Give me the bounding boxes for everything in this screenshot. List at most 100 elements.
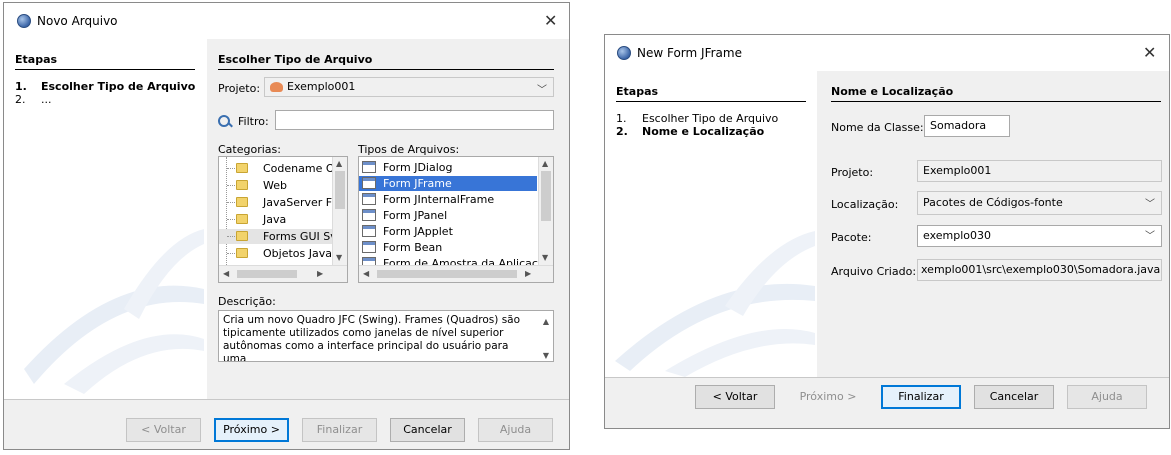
decorative-swoosh [24,229,204,394]
cancel-button[interactable]: Cancelar [974,385,1054,409]
package-label: Pacote: [831,231,872,244]
category-item[interactable]: Objetos Java [219,246,347,261]
created-file-field: xemplo001\src\exemplo030\Somadora.java [917,259,1162,281]
category-item[interactable]: Web [219,178,347,193]
file-types-vscrollbar[interactable]: ▲ ▼ [538,157,553,266]
scroll-right-icon[interactable]: ▶ [525,269,531,278]
category-label: Codename O [263,162,335,175]
location-value: Pacotes de Códigos-fonte [923,196,1063,209]
file-type-item[interactable]: Form JDialog [359,160,553,175]
scroll-thumb[interactable] [335,171,345,209]
next-button[interactable]: Próximo > [788,385,868,409]
next-button[interactable]: Próximo > [214,418,289,442]
category-item-selected[interactable]: Forms GUI Sv [219,229,347,244]
panel-heading: Nome e Localização [831,85,954,98]
form-icon [362,161,376,173]
search-icon-handle [228,122,233,128]
location-combo[interactable]: Pacotes de Códigos-fonte ﹀ [917,191,1162,215]
file-type-item-selected[interactable]: Form JFrame [359,176,537,191]
app-icon [17,14,31,28]
filter-label: Filtro: [238,115,269,128]
step-number-2: 2. [15,93,26,106]
description-label: Descrição: [218,295,276,308]
scroll-thumb[interactable] [377,270,517,278]
file-type-item[interactable]: Form Bean [359,240,553,255]
step-label-2: ... [41,93,52,106]
category-item[interactable]: JavaServer F [219,195,347,210]
search-icon [218,115,230,127]
description-line: tipicamente utilizados como janelas de n… [223,327,504,339]
file-type-item[interactable]: Form JPanel [359,208,553,223]
steps-heading-underline [15,69,195,70]
project-icon [270,82,283,92]
project-combo[interactable]: Exemplo001 ﹀ [264,77,554,97]
cancel-button[interactable]: Cancelar [390,418,465,442]
folder-icon [236,231,248,241]
scroll-up-icon[interactable]: ▲ [543,315,549,328]
project-value: Exemplo001 [287,80,356,93]
scroll-down-icon[interactable]: ▼ [336,253,342,262]
finish-button[interactable]: Finalizar [881,385,961,409]
class-name-input[interactable]: Somadora [924,115,1010,137]
back-button[interactable]: < Voltar [695,385,775,409]
project-label: Projeto: [831,166,874,179]
back-button[interactable]: < Voltar [126,418,201,442]
file-type-item[interactable]: Form JInternalFrame [359,192,553,207]
help-button[interactable]: Ajuda [1067,385,1147,409]
categories-tree[interactable]: Codename O Web JavaServer F Java Forms G… [218,156,348,283]
description-box: Cria um novo Quadro JFC (Swing). Frames … [218,310,554,362]
scroll-down-icon[interactable]: ▼ [542,253,548,262]
categories-vscrollbar[interactable]: ▲ ▼ [332,157,347,266]
file-type-item[interactable]: Form JApplet [359,224,553,239]
close-icon[interactable]: ✕ [544,11,557,30]
folder-icon [236,180,248,190]
step-label-1: Escolher Tipo de Arquivo [642,112,779,125]
file-types-hscrollbar[interactable]: ◀ ▶ [359,265,553,282]
form-icon [362,225,376,237]
file-type-label: Form JApplet [383,225,453,238]
tree-branch [227,236,235,237]
filter-input[interactable] [275,110,554,130]
app-icon [617,46,631,60]
steps-pane: Etapas 1. Escolher Tipo de Arquivo 2. ..… [4,39,207,399]
form-icon [362,177,376,189]
scroll-right-icon[interactable]: ▶ [317,269,323,278]
tree-branch [227,253,235,254]
project-label: Projeto: [218,82,261,95]
dialog-title: Novo Arquivo [37,14,118,28]
scroll-thumb[interactable] [541,171,551,221]
created-file-label: Arquivo Criado: [831,265,917,278]
step-number-1: 1. [15,80,27,93]
folder-icon [236,197,248,207]
step-number-1: 1. [616,112,627,125]
categories-hscrollbar[interactable]: ◀ ▶ [219,265,347,282]
help-button[interactable]: Ajuda [478,418,553,442]
category-item[interactable]: Java [219,212,347,227]
scroll-up-icon[interactable]: ▲ [336,159,342,168]
tree-branch [227,202,235,203]
package-value: exemplo030 [923,229,991,242]
category-item[interactable]: Codename O [219,161,347,176]
scroll-up-icon[interactable]: ▲ [542,159,548,168]
chevron-down-icon: ﹀ [1145,199,1155,210]
close-icon[interactable]: ✕ [1143,43,1156,62]
package-combo[interactable]: exemplo030 ﹀ [917,225,1162,247]
file-type-label: Form JPanel [383,209,448,222]
form-icon [362,193,376,205]
scroll-left-icon[interactable]: ◀ [363,269,369,278]
file-type-label: Form JFrame [383,177,452,190]
description-line: autônomas como a interface principal do … [223,340,509,362]
steps-pane: Etapas 1. Escolher Tipo de Arquivo 2. No… [605,71,817,377]
dialog-title: New Form JFrame [637,46,742,60]
category-label: Web [263,179,287,192]
location-label: Localização: [831,198,899,211]
form-icon [362,241,376,253]
scroll-thumb[interactable] [237,270,297,278]
file-type-label: Form JDialog [383,161,453,174]
new-file-dialog: Novo Arquivo ✕ Etapas 1. Escolher Tipo d… [3,2,570,450]
scroll-left-icon[interactable]: ◀ [223,269,229,278]
scroll-down-icon[interactable]: ▼ [543,349,549,361]
file-types-list[interactable]: Form JDialog Form JFrame Form JInternalF… [358,156,554,283]
class-name-label: Nome da Classe: [831,121,924,134]
finish-button[interactable]: Finalizar [302,418,377,442]
